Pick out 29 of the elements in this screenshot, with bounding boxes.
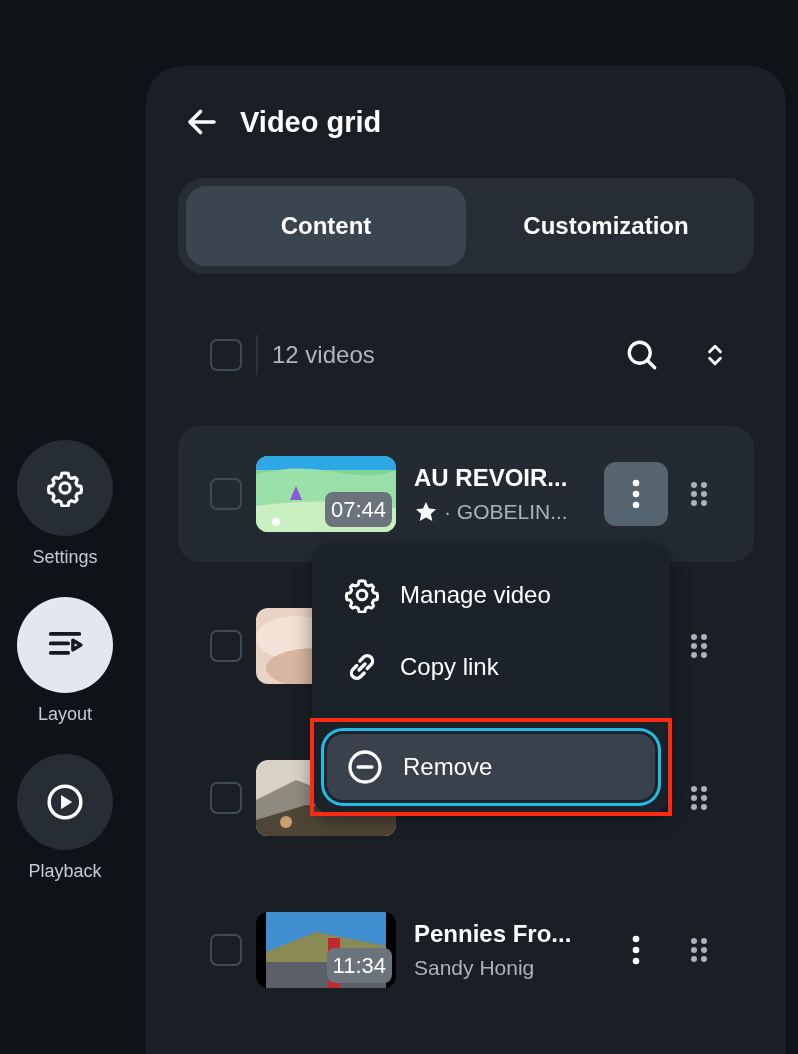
menu-item[interactable]: Manage video [312, 559, 670, 631]
more-icon [632, 935, 640, 965]
drag-handle-icon[interactable] [690, 633, 708, 659]
tab[interactable]: Customization [466, 186, 746, 266]
minus-circle-icon [347, 749, 383, 785]
checkbox[interactable] [210, 782, 242, 814]
select-all-checkbox[interactable] [210, 339, 242, 371]
tab[interactable]: Content [186, 186, 466, 266]
duration-badge: 11:34 [326, 948, 392, 983]
gear-icon [46, 469, 84, 507]
menu-item[interactable]: Copy link [312, 631, 670, 703]
video-subtitle: Sandy Honig [414, 955, 535, 982]
drag-handle-icon[interactable] [690, 785, 708, 811]
video-title: AU REVOIR... [414, 463, 569, 494]
checkbox[interactable] [210, 478, 242, 510]
video-title: Pennies Fro... [414, 919, 573, 950]
gear-icon [344, 577, 380, 613]
checkbox[interactable] [210, 934, 242, 966]
duration-badge: 07:44 [324, 492, 392, 527]
panel-title: Video grid [240, 104, 382, 140]
video-subtitle: · GOBELIN... [444, 499, 568, 526]
more-button[interactable] [604, 462, 668, 526]
video-row[interactable]: 07:44 AU REVOIR... · GOBELIN... [178, 426, 754, 562]
checkbox[interactable] [210, 630, 242, 662]
more-icon [632, 479, 640, 509]
drag-handle-icon[interactable] [690, 937, 708, 963]
play-icon [46, 783, 84, 821]
drag-handle-icon[interactable] [690, 481, 708, 507]
video-count: 12 videos [272, 340, 375, 370]
